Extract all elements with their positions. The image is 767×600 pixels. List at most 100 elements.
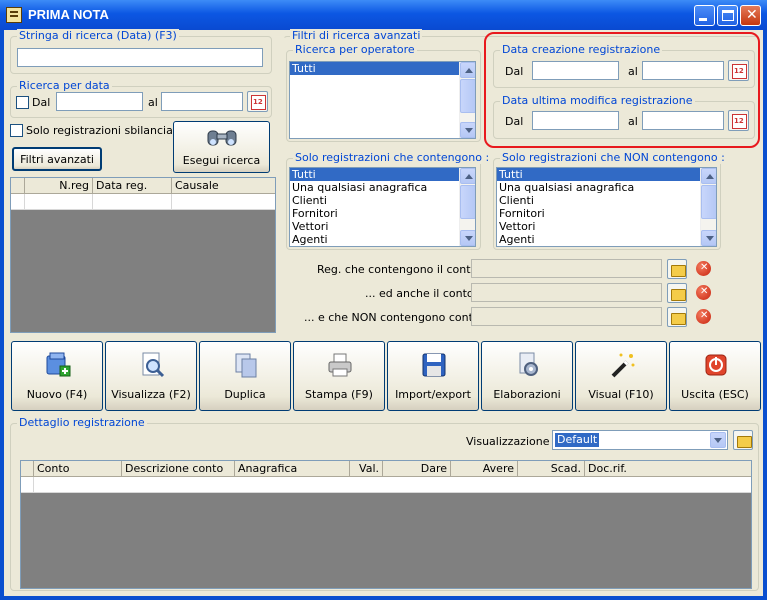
printer-icon bbox=[328, 353, 352, 377]
calendar-icon[interactable] bbox=[247, 91, 268, 112]
column-header-nreg[interactable]: N.reg bbox=[25, 178, 93, 194]
maximize-button[interactable] bbox=[717, 5, 738, 26]
import-export-button[interactable]: Import/export bbox=[387, 341, 479, 411]
delete-icon[interactable] bbox=[694, 283, 714, 303]
list-item[interactable]: Una qualsiasi anagrafica bbox=[497, 181, 716, 194]
visual-button[interactable]: Visual (F10) bbox=[575, 341, 667, 411]
results-grid-header: N.reg Data reg. Causale bbox=[11, 178, 275, 194]
results-grid[interactable]: N.reg Data reg. Causale bbox=[10, 177, 276, 333]
account-filter-1-input[interactable] bbox=[471, 259, 662, 278]
view-button[interactable]: Visualizza (F2) bbox=[105, 341, 197, 411]
list-item[interactable]: Vettori bbox=[497, 220, 716, 233]
search-button[interactable]: Esegui ricerca bbox=[173, 121, 270, 173]
folder-icon[interactable] bbox=[667, 307, 687, 327]
folder-icon[interactable] bbox=[667, 283, 687, 303]
scroll-down-icon[interactable] bbox=[460, 122, 475, 138]
print-button[interactable]: Stampa (F9) bbox=[293, 341, 385, 411]
new-button-label: Nuovo (F4) bbox=[26, 388, 88, 401]
account-filter-2-input[interactable] bbox=[471, 283, 662, 302]
search-button-label: Esegui ricerca bbox=[182, 154, 261, 167]
list-item[interactable]: Agenti bbox=[290, 233, 475, 246]
date-search-dal-input[interactable] bbox=[56, 92, 143, 111]
scroll-down-icon[interactable] bbox=[460, 230, 475, 246]
operator-scrollbar[interactable] bbox=[459, 62, 475, 138]
folder-icon[interactable] bbox=[667, 259, 687, 279]
exit-button-label: Uscita (ESC) bbox=[681, 388, 749, 401]
column-header-conto[interactable]: Conto bbox=[34, 461, 122, 477]
minimize-icon bbox=[699, 18, 707, 21]
scroll-up-icon[interactable] bbox=[701, 168, 716, 184]
list-item[interactable]: Una qualsiasi anagrafica bbox=[290, 181, 475, 194]
chevron-down-icon[interactable] bbox=[710, 432, 726, 448]
folder-icon[interactable] bbox=[733, 430, 753, 450]
column-header-data-reg[interactable]: Data reg. bbox=[93, 178, 172, 194]
search-string-group-label: Stringa di ricerca (Data) (F3) bbox=[17, 29, 179, 42]
account-filter-2-label: ... ed anche il conto : bbox=[365, 287, 481, 300]
ledger-icon bbox=[6, 7, 22, 23]
list-item[interactable]: Vettori bbox=[290, 220, 475, 233]
print-button-label: Stampa (F9) bbox=[305, 388, 373, 401]
date-search-al-input[interactable] bbox=[161, 92, 243, 111]
scroll-up-icon[interactable] bbox=[460, 168, 475, 184]
column-header-avere[interactable]: Avere bbox=[451, 461, 518, 477]
import-export-button-label: Import/export bbox=[395, 388, 471, 401]
exit-button[interactable]: Uscita (ESC) bbox=[669, 341, 761, 411]
table-row[interactable] bbox=[11, 194, 275, 210]
view-document-icon bbox=[142, 352, 165, 378]
form-body: Stringa di ricerca (Data) (F3) Ricerca p… bbox=[4, 29, 763, 596]
scroll-thumb[interactable] bbox=[701, 185, 716, 219]
new-button[interactable]: Nuovo (F4) bbox=[11, 341, 103, 411]
minimize-button[interactable] bbox=[694, 5, 715, 26]
column-header-doc-rif[interactable]: Doc.rif. bbox=[585, 461, 751, 477]
date-search-checkbox[interactable] bbox=[16, 96, 29, 109]
detail-grid[interactable]: Conto Descrizione conto Anagrafica Val. … bbox=[20, 460, 752, 589]
advanced-filters-button[interactable]: Filtri avanzati bbox=[12, 147, 102, 171]
not-containing-listbox[interactable]: Tutti Una qualsiasi anagrafica Clienti F… bbox=[496, 167, 717, 247]
not-containing-group-label: Solo registrazioni che NON contengono : bbox=[500, 151, 727, 164]
column-header-val[interactable]: Val. bbox=[350, 461, 383, 477]
not-containing-scrollbar[interactable] bbox=[700, 168, 716, 246]
unbalanced-only-label: Solo registrazioni sbilanciate bbox=[26, 124, 184, 137]
date-search-group-label: Ricerca per data bbox=[17, 79, 112, 92]
account-filter-3-input[interactable] bbox=[471, 307, 662, 326]
close-button[interactable]: ✕ bbox=[740, 5, 761, 26]
scroll-down-icon[interactable] bbox=[701, 230, 716, 246]
containing-listbox[interactable]: Tutti Una qualsiasi anagrafica Clienti F… bbox=[289, 167, 476, 247]
list-item[interactable]: Tutti bbox=[290, 168, 475, 181]
containing-scrollbar[interactable] bbox=[459, 168, 475, 246]
delete-icon[interactable] bbox=[694, 307, 714, 327]
list-item[interactable]: Clienti bbox=[497, 194, 716, 207]
date-search-dal-label: Dal bbox=[32, 96, 51, 109]
list-item[interactable]: Fornitori bbox=[497, 207, 716, 220]
search-string-input[interactable] bbox=[17, 48, 263, 67]
unbalanced-only-checkbox[interactable] bbox=[10, 124, 23, 137]
processing-button[interactable]: Elaborazioni bbox=[481, 341, 573, 411]
list-item[interactable]: Fornitori bbox=[290, 207, 475, 220]
duplicate-button[interactable]: Duplica bbox=[199, 341, 291, 411]
scroll-thumb[interactable] bbox=[460, 185, 475, 219]
view-mode-select[interactable]: Default bbox=[552, 430, 728, 450]
scroll-thumb[interactable] bbox=[460, 79, 475, 113]
column-header-scad[interactable]: Scad. bbox=[518, 461, 585, 477]
list-item[interactable]: Tutti bbox=[497, 168, 716, 181]
duplicate-icon bbox=[235, 353, 257, 378]
view-mode-value: Default bbox=[555, 433, 600, 447]
delete-icon[interactable] bbox=[694, 259, 714, 279]
account-filter-1-label: Reg. che contengono il conto : bbox=[317, 263, 485, 276]
detail-group-label: Dettaglio registrazione bbox=[17, 416, 147, 429]
table-row[interactable] bbox=[21, 477, 751, 493]
column-header-dare[interactable]: Dare bbox=[383, 461, 451, 477]
column-header-causale[interactable]: Causale bbox=[172, 178, 275, 194]
column-header-anagrafica[interactable]: Anagrafica bbox=[235, 461, 350, 477]
magic-wand-icon bbox=[611, 353, 635, 378]
maximize-icon bbox=[722, 10, 734, 21]
column-header-descrizione-conto[interactable]: Descrizione conto bbox=[122, 461, 235, 477]
window-title: PRIMA NOTA bbox=[28, 7, 109, 22]
list-item[interactable]: Tutti bbox=[290, 62, 475, 75]
list-item[interactable]: Agenti bbox=[497, 233, 716, 246]
title-bar[interactable]: PRIMA NOTA ✕ bbox=[0, 0, 767, 30]
highlight-frame bbox=[484, 32, 760, 148]
scroll-up-icon[interactable] bbox=[460, 62, 475, 78]
list-item[interactable]: Clienti bbox=[290, 194, 475, 207]
operator-listbox[interactable]: Tutti bbox=[289, 61, 476, 139]
